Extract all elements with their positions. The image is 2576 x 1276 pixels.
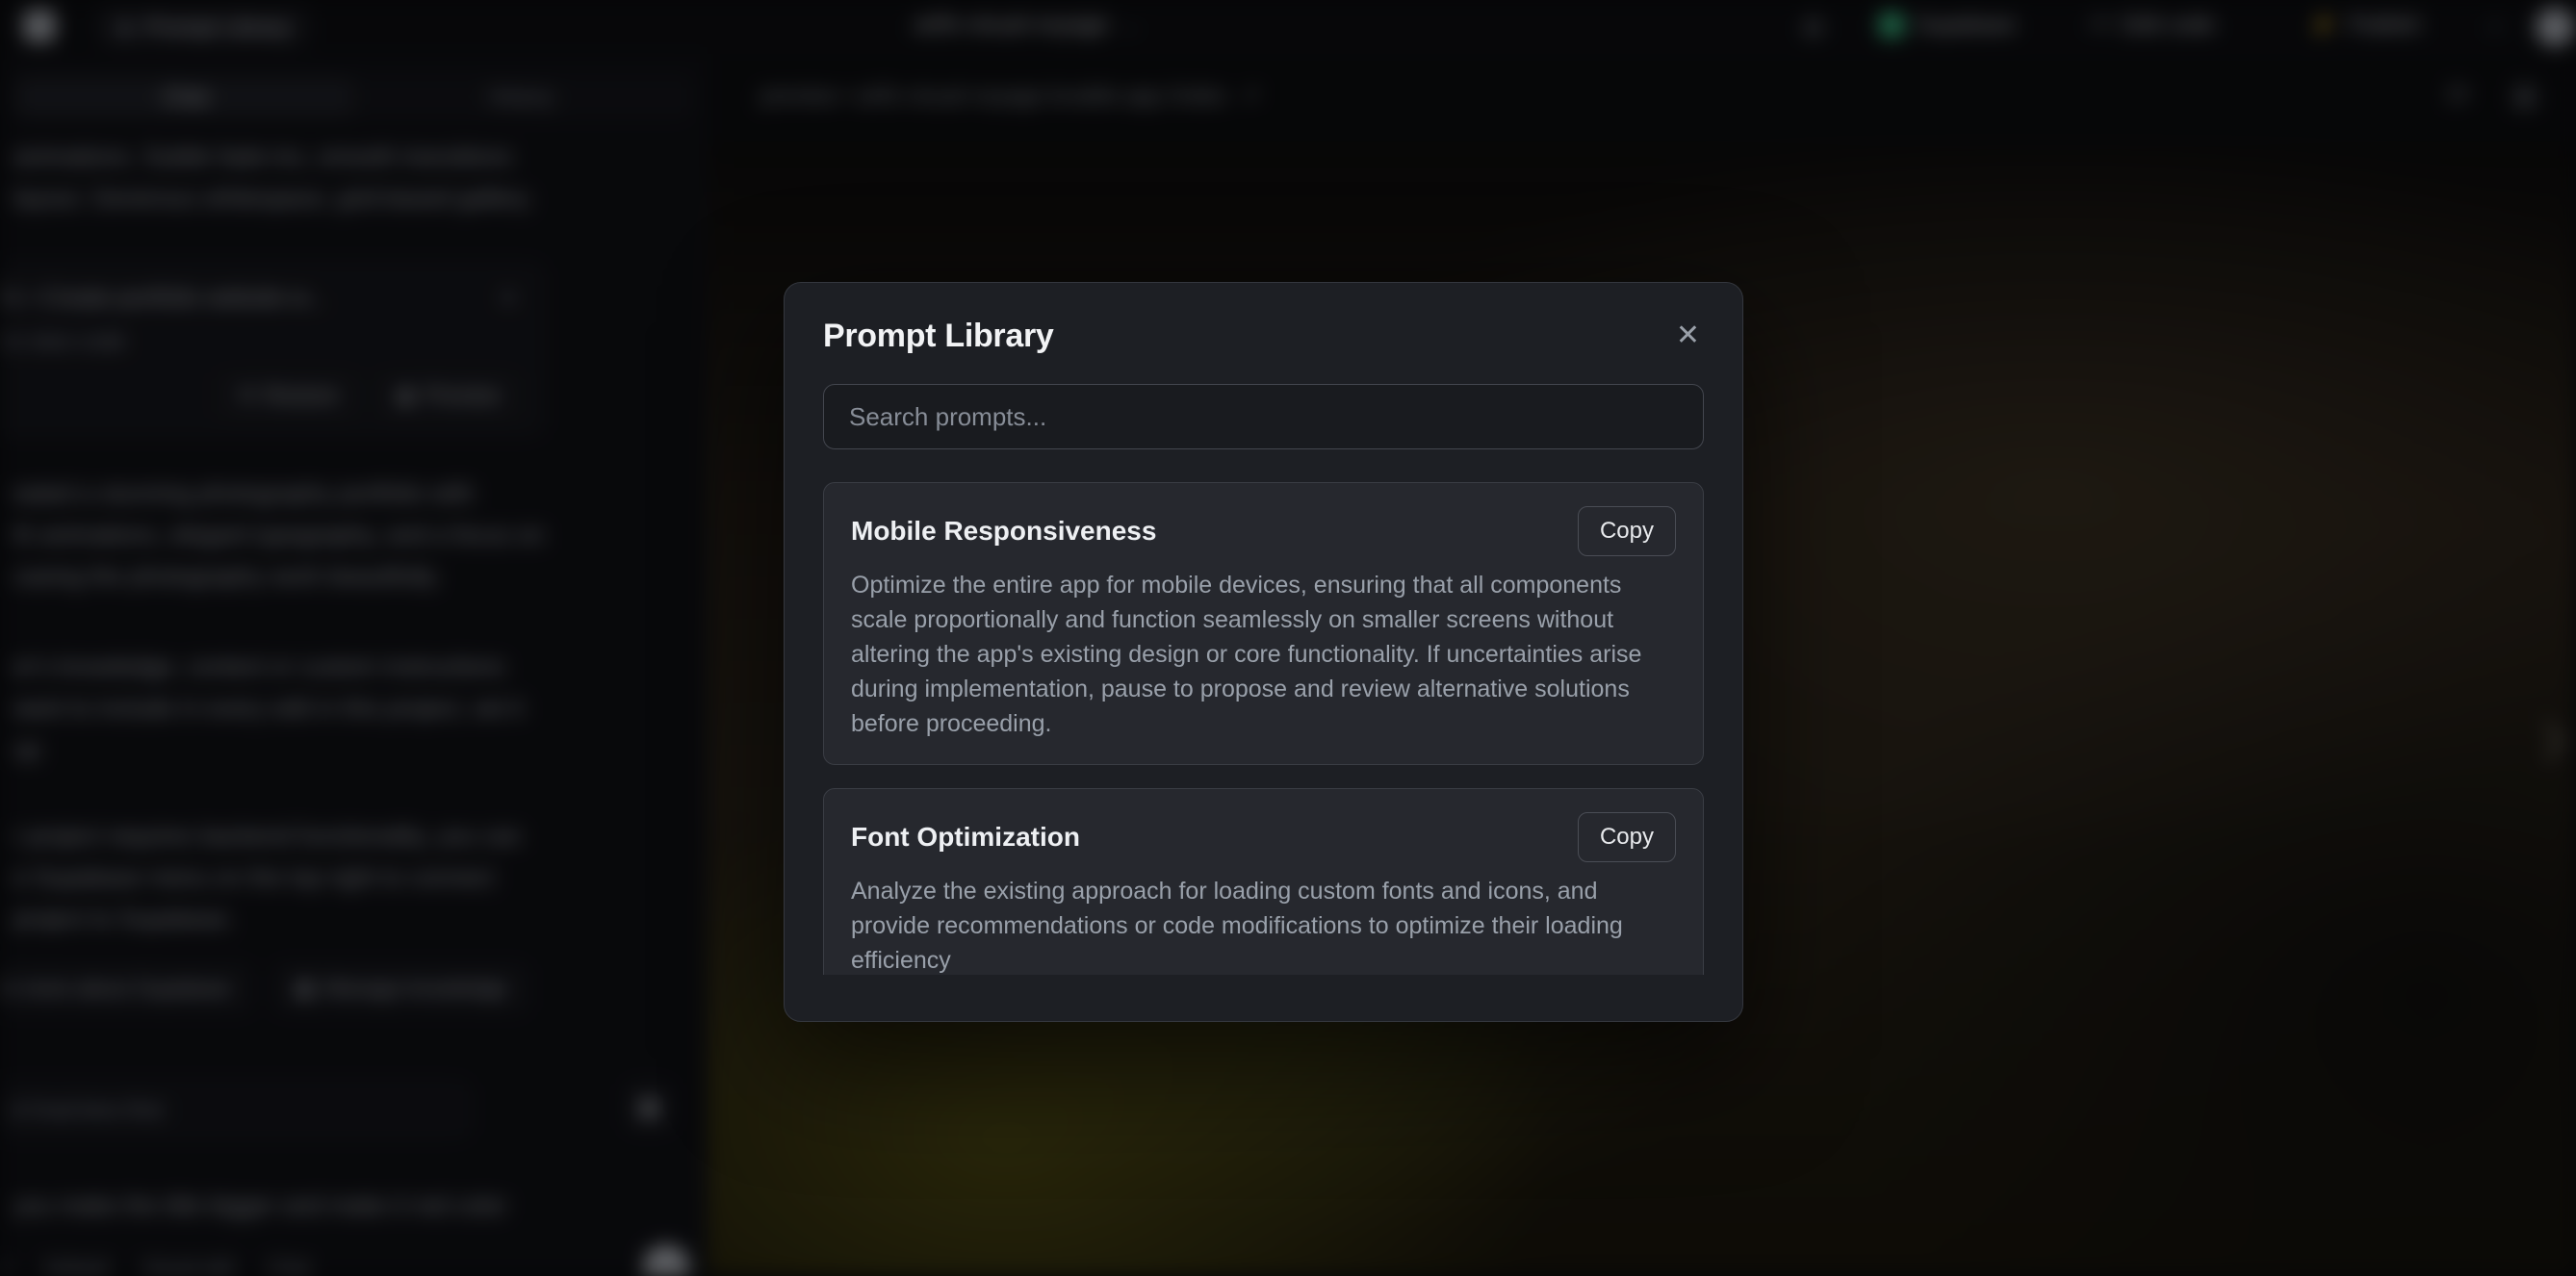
prompt-library-modal: Prompt Library ✕ Mobile Responsiveness C… [784, 282, 1743, 1022]
modal-title: Prompt Library [823, 318, 1054, 355]
prompt-card-list: Mobile Responsiveness Copy Optimize the … [823, 482, 1704, 975]
close-icon[interactable]: ✕ [1672, 318, 1704, 354]
copy-button[interactable]: Copy [1578, 812, 1676, 862]
prompt-card-title: Mobile Responsiveness [851, 516, 1156, 547]
prompt-card-title: Font Optimization [851, 822, 1080, 853]
prompt-card: Font Optimization Copy Analyze the exist… [823, 788, 1704, 975]
prompt-card: Mobile Responsiveness Copy Optimize the … [823, 482, 1704, 765]
prompt-card-description: Optimize the entire app for mobile devic… [851, 568, 1676, 741]
search-input[interactable] [823, 384, 1704, 449]
prompt-card-description: Analyze the existing approach for loadin… [851, 874, 1676, 975]
copy-button[interactable]: Copy [1578, 506, 1676, 556]
